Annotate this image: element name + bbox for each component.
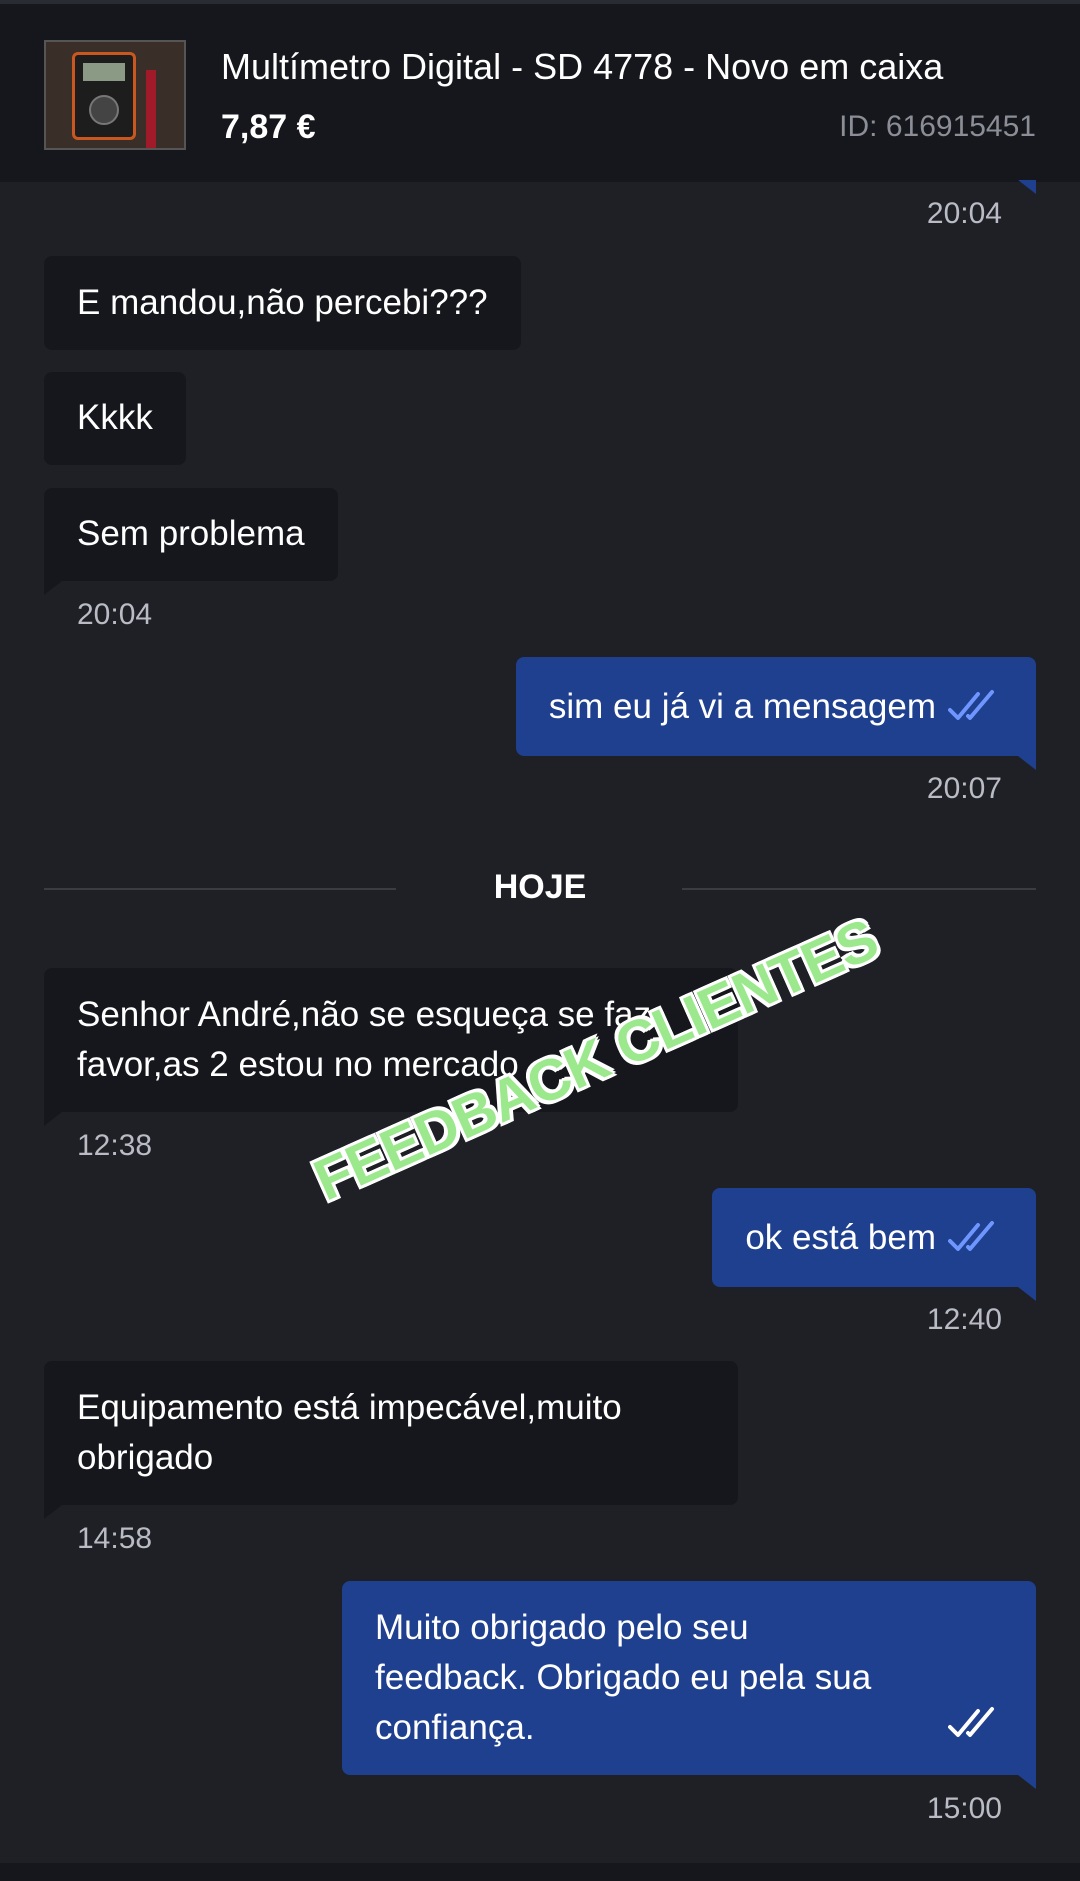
product-thumbnail[interactable] [44,40,186,150]
read-receipt-icon [948,690,994,720]
product-id: ID: 616915451 [839,110,1036,143]
meter-dial [89,95,119,125]
message-time: 15:00 [926,1792,1002,1825]
meter-lead [146,70,156,148]
meter-screen [83,63,125,81]
message-time: 12:38 [77,1129,153,1162]
bottom-bar [0,1863,1080,1881]
outgoing-message[interactable]: Muito obrigado pelo seu feedback. Obriga… [342,1581,1036,1775]
message-text-line: confiança. [375,1708,535,1747]
product-title[interactable]: Multímetro Digital - SD 4778 - Novo em c… [221,46,943,88]
message-time: 20:07 [926,772,1002,805]
message-time: 20:04 [926,197,1002,230]
message-text: Sem problema [77,514,305,553]
bubble-tail [44,1112,62,1126]
bubble-tail [1018,756,1036,770]
message-text-line: obrigado [77,1438,214,1477]
bubble-tail [44,581,62,595]
incoming-message[interactable]: Sem problema [44,488,338,581]
message-text: sim eu já vi a mensagem [548,687,936,726]
read-receipt-icon [948,1221,994,1251]
message-time: 12:40 [926,1303,1002,1336]
message-time: 14:58 [77,1522,153,1555]
message-time: 20:04 [77,598,153,631]
incoming-message[interactable]: Equipamento está impecável,muito obrigad… [44,1361,738,1505]
product-price: 7,87 € [221,108,316,146]
incoming-message[interactable]: E mandou,não percebi??? [44,256,521,350]
message-text: E mandou,não percebi??? [77,283,488,322]
read-receipt-icon [948,1707,994,1737]
divider-right [682,888,1036,890]
message-text-line: Equipamento está impecável,muito [77,1388,622,1427]
message-text-line: Muito obrigado pelo seu [375,1608,749,1647]
bubble-tail [1018,1775,1036,1789]
bubble-tail [44,1505,62,1519]
bubble-tail [1018,1287,1036,1301]
bubble-tail [1018,180,1036,194]
multimeter-icon [72,52,136,140]
incoming-message[interactable]: Kkkk [44,372,186,465]
message-text: Kkkk [77,398,153,437]
message-text: ok está bem [745,1218,936,1257]
message-text-line: feedback. Obrigado eu pela sua [375,1658,872,1697]
chat-header[interactable]: Multímetro Digital - SD 4778 - Novo em c… [0,4,1080,182]
